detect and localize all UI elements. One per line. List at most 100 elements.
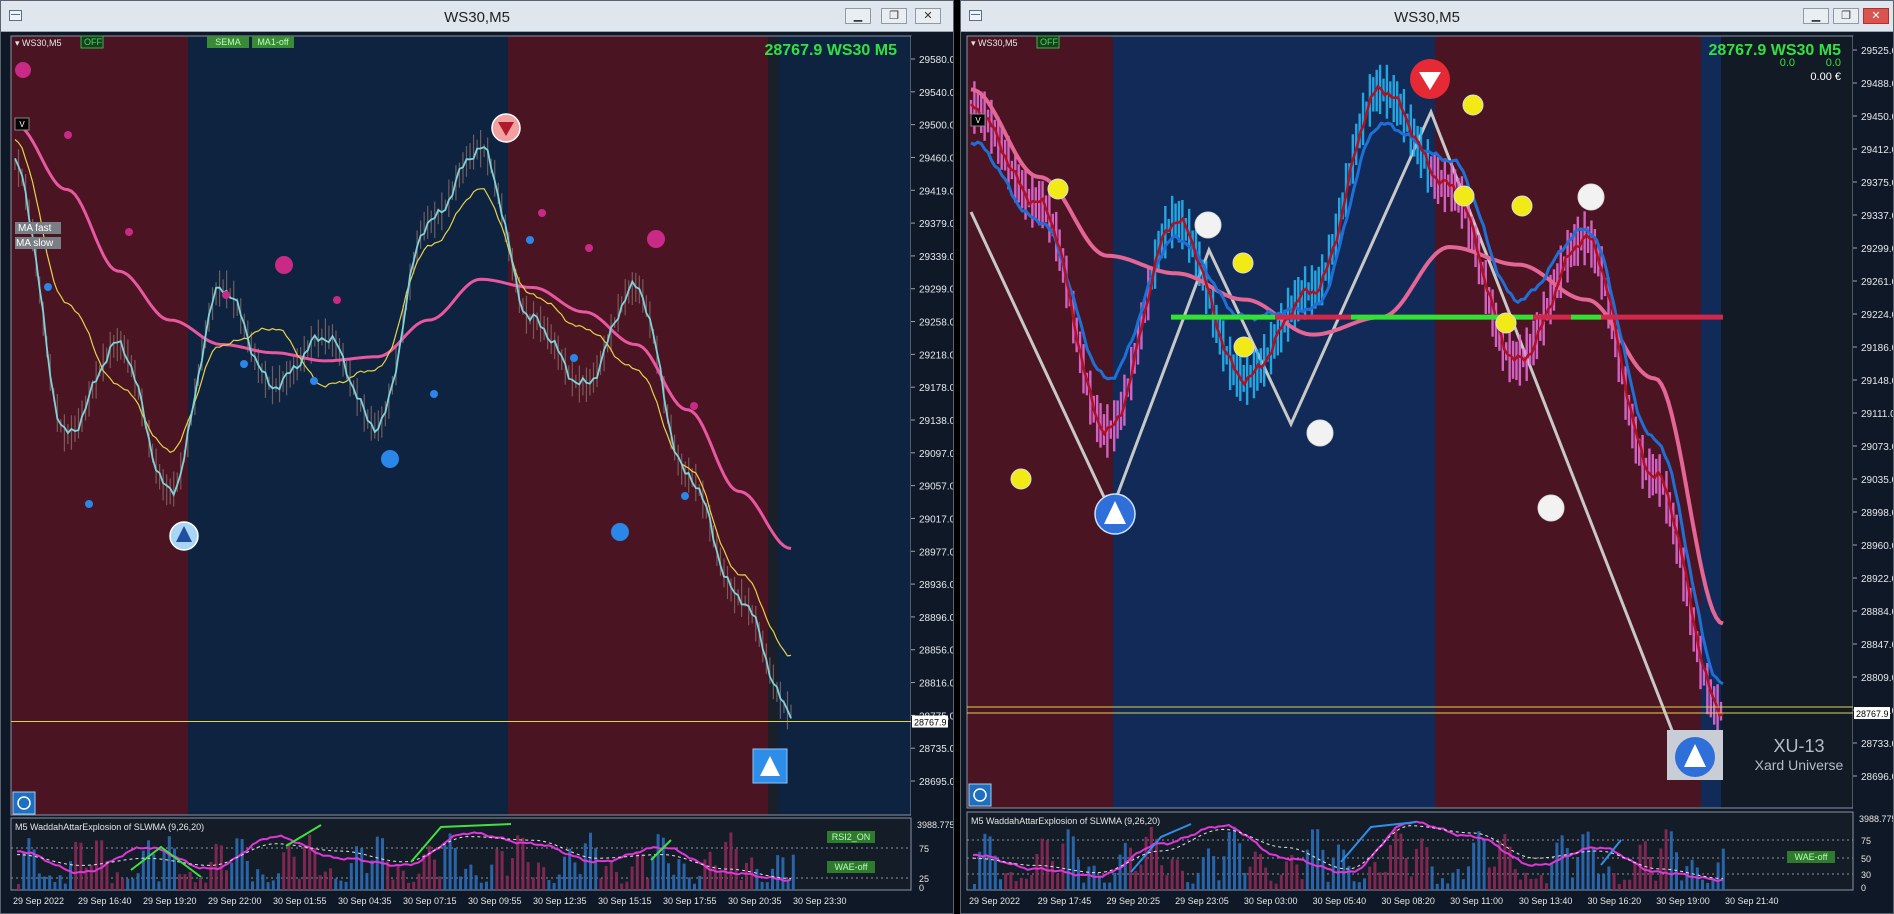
indicator-histogram-bar <box>1513 869 1517 890</box>
indicator-histogram-bar <box>1337 844 1340 890</box>
x-tick-label: 30 Sep 09:55 <box>468 896 522 906</box>
v-button-label: V <box>975 116 981 125</box>
indicator-level-label: 75 <box>1861 836 1871 846</box>
indicator-histogram-bar <box>1659 848 1663 890</box>
indicator-histogram-bar <box>407 882 410 890</box>
indicator-histogram-bar <box>1025 878 1028 890</box>
y-tick-label: 29299.0 <box>919 285 953 296</box>
indicator-histogram-bar <box>1175 859 1179 890</box>
indicator-histogram-bar <box>609 860 613 890</box>
wae-button-label: WAE-off <box>1794 852 1828 862</box>
indicator-histogram-bar <box>349 863 353 890</box>
indicator-histogram-bar <box>1269 880 1273 890</box>
indicator-histogram-bar <box>271 880 275 890</box>
y-tick-label: 29111.0 <box>1861 409 1893 420</box>
indicator-histogram-bar <box>1233 826 1236 890</box>
indicator-histogram-bar <box>1539 875 1543 890</box>
indicator-histogram-bar <box>63 883 67 890</box>
indicator-histogram-bar <box>396 865 400 890</box>
maximize-button[interactable]: ❐ <box>881 8 907 24</box>
indicator-histogram-bar <box>1545 883 1548 890</box>
sub-value: 0.0 <box>1780 57 1795 69</box>
indicator-histogram-bar <box>776 855 780 890</box>
indicator-histogram-bar <box>1576 856 1580 890</box>
minimize-button[interactable]: ▁ <box>845 8 871 24</box>
indicator-histogram-bar <box>1253 851 1257 890</box>
indicator-histogram-bar <box>1238 843 1242 890</box>
left-titlebar[interactable]: WS30,M5 ▁ ❐ ✕ <box>1 1 953 32</box>
indicator-histogram-bar <box>1425 847 1429 890</box>
indicator-histogram-bar <box>318 875 322 890</box>
right-chart-window: WS30,M5 ▁ ❐ ✕ 29525.0 29488.0 29450.0 29412… <box>960 0 1894 914</box>
pivot-dot <box>1232 252 1254 274</box>
indicator-histogram-bar <box>1222 856 1226 890</box>
indicator-histogram-bar <box>557 874 561 890</box>
indicator-histogram-bar <box>1243 872 1247 890</box>
indicator-histogram-bar <box>537 862 540 890</box>
indicator-histogram-bar <box>1030 875 1034 890</box>
indicator-histogram-bar <box>204 882 208 890</box>
y-tick-label: 29488.0 <box>1861 79 1893 90</box>
x-tick-label: 30 Sep 12:35 <box>533 896 587 906</box>
y-tick-label: 29525.0 <box>1861 46 1893 57</box>
indicator-histogram-bar <box>115 872 119 890</box>
indicator-histogram-bar <box>573 862 577 890</box>
pivot-dot <box>1453 185 1475 207</box>
indicator-histogram-bar <box>1591 848 1595 890</box>
indicator-histogram-bar <box>1326 881 1330 890</box>
x-tick-label: 30 Sep 01:55 <box>273 896 327 906</box>
indicator-histogram-bar <box>1456 868 1460 890</box>
indicator-histogram-bar <box>1519 879 1522 890</box>
indicator-histogram-bar <box>547 880 551 890</box>
crosshair-button[interactable] <box>968 783 992 807</box>
y-tick-label: 28998.0 <box>1861 508 1893 519</box>
indicator-histogram-bar <box>152 853 156 890</box>
indicator-histogram-bar <box>771 868 774 890</box>
right-chart-canvas[interactable]: 29525.0 29488.0 29450.0 29412.0 29375.0 29337… <box>961 32 1893 913</box>
indicator-histogram-bar <box>1404 858 1408 890</box>
pivot-dot <box>1233 336 1255 358</box>
x-tick-label: 29 Sep 22:00 <box>208 896 262 906</box>
left-chart-canvas[interactable]: 29580.0 29540.0 29500.0 29460.0 29419.0 29379… <box>1 32 953 913</box>
indicator-histogram-bar <box>1555 842 1559 890</box>
indicator-histogram-bar <box>1009 871 1013 890</box>
indicator-histogram-bar <box>1311 829 1314 890</box>
indicator-histogram-bar <box>1675 852 1678 890</box>
indicator-histogram-bar <box>760 881 764 890</box>
indicator-histogram-bar <box>765 882 769 890</box>
trend-zone <box>1435 36 1701 808</box>
y-tick-label: 28922.0 <box>1861 574 1893 585</box>
indicator-histogram-bar <box>235 838 239 890</box>
pivot-dot <box>333 296 341 304</box>
y-tick-label: 29379.0 <box>919 219 953 230</box>
indicator-histogram-bar <box>459 876 462 890</box>
indicator-histogram-bar <box>121 878 124 890</box>
y-tick-label: 28847.0 <box>1861 640 1893 651</box>
y-tick-label: 28696.0 <box>1861 772 1893 783</box>
close-button[interactable]: ✕ <box>1863 8 1889 24</box>
minimize-button[interactable]: ▁ <box>1803 8 1829 24</box>
symbol-tag: ▾ WS30,M5 <box>971 38 1018 48</box>
indicator-histogram-bar <box>1571 877 1574 890</box>
indicator-histogram-bar <box>214 843 218 890</box>
close-button[interactable]: ✕ <box>915 8 941 24</box>
y-tick-label: 28816.0 <box>919 679 953 690</box>
indicator-histogram-bar <box>1607 866 1611 890</box>
y-tick-label: 29017.0 <box>919 514 953 525</box>
indicator-histogram-bar <box>1155 838 1158 890</box>
indicator-histogram-bar <box>178 874 182 890</box>
maximize-button[interactable]: ❐ <box>1833 8 1859 24</box>
indicator-histogram-bar <box>58 875 62 890</box>
indicator-histogram-bar <box>1493 866 1496 890</box>
indicator-histogram-bar <box>635 851 639 890</box>
indicator-histogram-bar <box>37 873 41 890</box>
indicator-histogram-bar <box>1586 831 1590 890</box>
x-tick-label: 29 Sep 23:05 <box>1175 896 1229 906</box>
indicator-histogram-bar <box>646 878 650 890</box>
y-tick-label: 29035.0 <box>1861 475 1893 486</box>
crosshair-button[interactable] <box>12 791 36 815</box>
right-titlebar[interactable]: WS30,M5 ▁ ❐ ✕ <box>961 1 1893 32</box>
x-tick-label: 29 Sep 16:40 <box>78 896 132 906</box>
indicator-histogram-bar <box>1279 874 1283 890</box>
y-tick-label: 29186.0 <box>1861 343 1893 354</box>
